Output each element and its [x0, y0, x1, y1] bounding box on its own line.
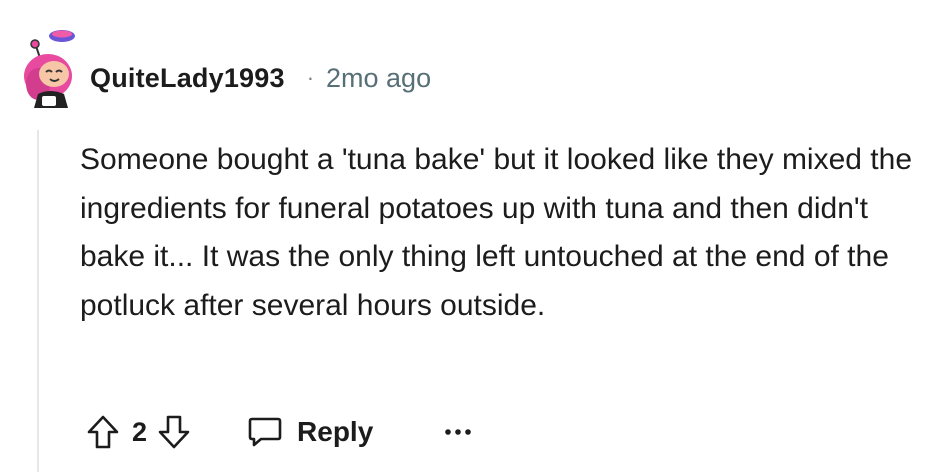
- comment: QuiteLady1993 · 2mo ago Someone bought a…: [0, 0, 946, 472]
- speech-bubble-icon: [248, 417, 282, 447]
- comment-actions: 2 Reply: [86, 408, 473, 456]
- avatar[interactable]: [18, 28, 80, 110]
- snoo-avatar-icon: [24, 30, 75, 108]
- reply-button[interactable]: Reply: [247, 415, 373, 449]
- username[interactable]: QuiteLady1993: [90, 63, 285, 94]
- more-options-button[interactable]: [443, 427, 473, 437]
- comment-body: Someone bought a 'tuna bake' but it look…: [80, 143, 913, 322]
- reply-label: Reply: [297, 416, 374, 447]
- comment-header: QuiteLady1993 · 2mo ago: [90, 58, 431, 98]
- downvote-arrow-icon: [158, 415, 190, 449]
- thread-line[interactable]: [37, 130, 39, 472]
- upvote-arrow-icon: [87, 415, 119, 449]
- upvote-button[interactable]: [86, 414, 120, 450]
- ellipsis-icon: [445, 429, 472, 435]
- vote-count: 2: [132, 416, 148, 447]
- downvote-button[interactable]: [157, 414, 191, 450]
- timestamp[interactable]: 2mo ago: [326, 63, 431, 94]
- meta-separator: ·: [306, 65, 315, 90]
